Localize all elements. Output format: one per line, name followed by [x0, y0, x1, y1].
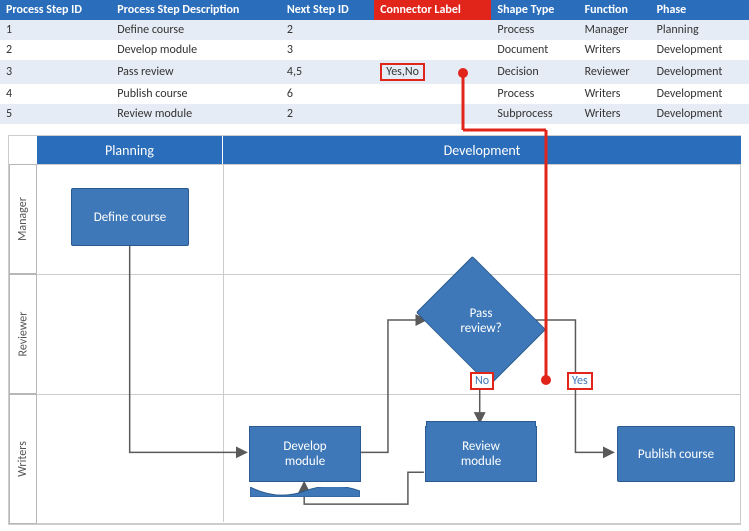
document-icon: [250, 472, 360, 482]
col-next: Next Step ID: [281, 0, 374, 20]
col-shape: Shape Type: [491, 0, 578, 20]
table-row: 3Pass review4,5Yes,NoDecisionReviewerDev…: [0, 60, 749, 84]
col-function: Function: [579, 0, 651, 20]
process-table: Process Step ID Process Step Description…: [0, 0, 749, 124]
shape-develop-module: Develop module: [249, 426, 361, 482]
table-header-row: Process Step ID Process Step Description…: [0, 0, 749, 20]
phase-development: Development: [223, 136, 742, 164]
table-row: 5Review module2SubprocessWritersDevelopm…: [0, 104, 749, 124]
phase-divider: [223, 164, 224, 522]
lane-reviewer: Reviewer: [9, 274, 37, 394]
shape-publish-course: Publish course: [617, 426, 735, 482]
lane-manager: Manager: [9, 164, 37, 274]
col-desc: Process Step Description: [111, 0, 281, 20]
lane-area: [37, 274, 740, 394]
phase-planning: Planning: [37, 136, 223, 164]
col-connector: Connector Label: [374, 0, 491, 20]
table-row: 2Develop module3DocumentWritersDevelopme…: [0, 40, 749, 60]
condition-no: No: [470, 372, 494, 390]
shape-review-module: Review module: [425, 426, 537, 482]
lane-writers: Writers: [9, 394, 37, 524]
connector-label-highlight: Yes,No: [380, 63, 425, 81]
shape-define-course: Define course: [71, 188, 189, 246]
shape-pass-review: Pass review?: [429, 274, 533, 368]
table-row: 1Define course2ProcessManagerPlanning: [0, 20, 749, 40]
condition-yes: Yes: [567, 372, 593, 390]
swimlane-diagram: Planning Development Manager Reviewer Wr…: [8, 135, 741, 525]
subprocess-icon: [426, 421, 536, 427]
table-row: 4Publish course6ProcessWritersDevelopmen…: [0, 84, 749, 104]
col-phase: Phase: [651, 0, 749, 20]
col-id: Process Step ID: [0, 0, 111, 20]
